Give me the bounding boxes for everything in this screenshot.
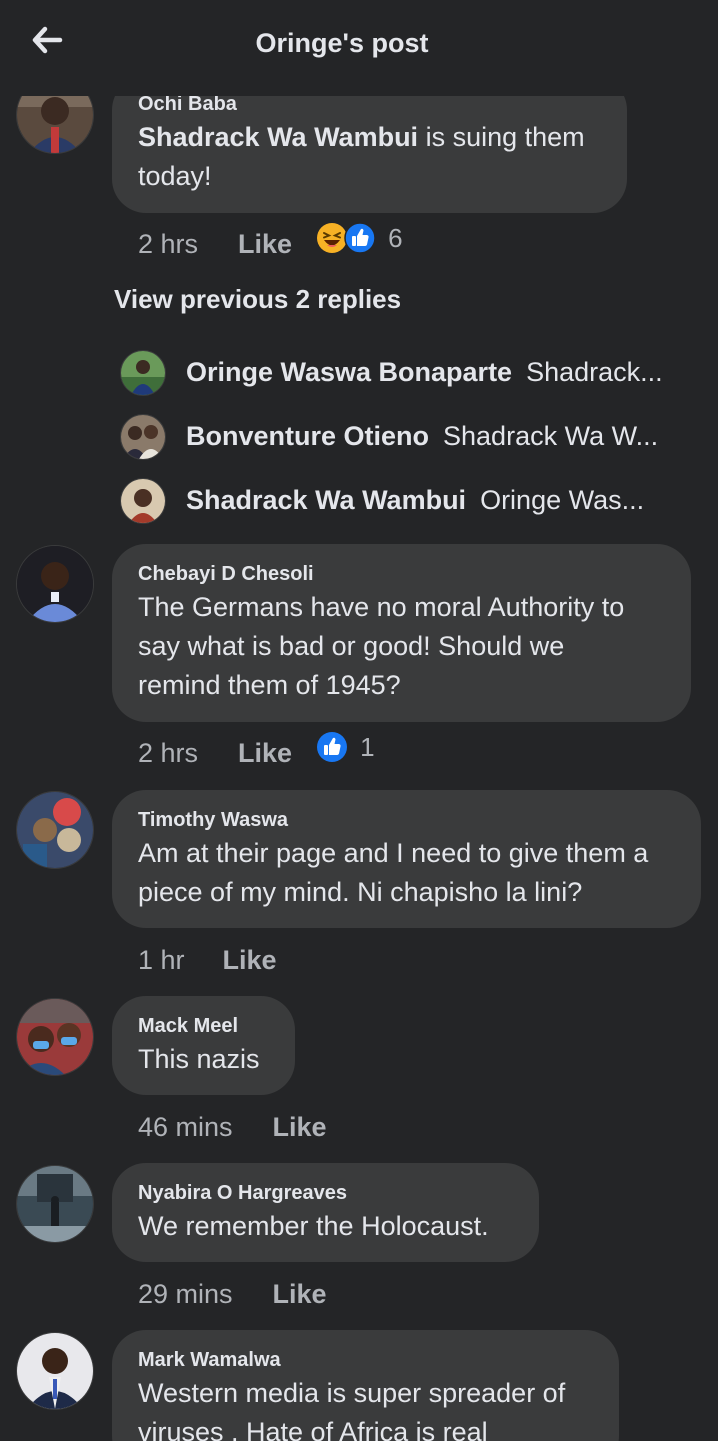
top-app-bar: Oringe's post [0,0,718,96]
mention-link[interactable]: Shadrack Wa Wambui [138,122,418,152]
view-previous-replies-link[interactable]: View previous 2 replies [114,284,401,315]
reactions-summary[interactable]: 1 [316,731,375,763]
comment-author[interactable]: Mark Wamalwa [138,1348,593,1372]
comment-bubble[interactable]: Ochi Baba Shadrack Wa Wambui is suing th… [112,76,627,213]
comment-text-line: say what is bad or good! Should we [138,631,565,661]
like-button[interactable]: Like [223,944,277,976]
reply-preview-row[interactable]: Shadrack Wa Wambui Oringe Was... [120,476,644,524]
comment-time[interactable]: 29 mins [138,1278,233,1310]
comment-text-line: viruses . Hate of Africa is real [138,1417,488,1441]
comment-bubble[interactable]: Timothy Waswa Am at their page and I nee… [112,790,701,928]
comment-bubble[interactable]: Nyabira O Hargreaves We remember the Hol… [112,1163,539,1262]
comment-meta: 2 hrs Like 1 [138,732,375,769]
comment-author[interactable]: Timothy Waswa [138,808,675,832]
avatar[interactable] [16,998,94,1076]
comment-text-line: Am at their page and I need to give them… [138,838,649,868]
avatar[interactable] [16,545,94,623]
comment-text-line: The Germans have no moral Authority to [138,592,625,622]
comment-time[interactable]: 2 hrs [138,228,198,260]
avatar[interactable] [16,791,94,869]
comment-time[interactable]: 46 mins [138,1111,233,1143]
reply-snippet: Shadrack Wa W... [443,420,659,451]
reaction-count: 6 [388,223,403,253]
comment-time[interactable]: 1 hr [138,944,185,976]
like-reaction-icon [344,222,376,254]
reactions-summary[interactable]: 6 [316,222,403,254]
avatar [120,478,166,524]
comment-text-line: today! [138,161,212,191]
comment-text-line: This nazis [138,1044,260,1074]
comment-author[interactable]: Chebayi D Chesoli [138,562,665,586]
reply-snippet: Oringe Was... [480,484,645,515]
comment-time[interactable]: 2 hrs [138,737,198,769]
like-reaction-icon [316,731,348,763]
reply-preview-row[interactable]: Oringe Waswa Bonaparte Shadrack... [120,348,663,396]
comment-author[interactable]: Nyabira O Hargreaves [138,1181,513,1205]
comment-text-line: piece of my mind. Ni chapisho la lini? [138,877,583,907]
comment-meta: 29 mins Like [138,1278,327,1310]
comment-meta: 46 mins Like [138,1111,327,1143]
reply-preview-row[interactable]: Bonventure Otieno Shadrack Wa W... [120,412,658,460]
reply-author[interactable]: Oringe Waswa Bonaparte [186,357,512,388]
page-title-text: Oringe's post [255,28,429,58]
reply-snippet: Shadrack... [526,356,663,387]
reaction-count: 1 [360,732,375,762]
reply-author[interactable]: Bonventure Otieno [186,421,429,452]
avatar [120,414,166,460]
comment-text-rest: is suing them [418,122,585,152]
avatar [120,350,166,396]
comment-bubble[interactable]: Chebayi D Chesoli The Germans have no mo… [112,544,691,722]
comment-text-line: remind them of 1945? [138,670,401,700]
comment-text: Shadrack Wa Wambui is suing them [138,118,601,157]
like-button[interactable]: Like [238,228,292,260]
like-button[interactable]: Like [238,737,292,769]
like-button[interactable]: Like [273,1111,327,1143]
comment-text-line: Western media is super spreader of [138,1378,566,1408]
post-comments-screen: Ochi Baba Shadrack Wa Wambui is suing th… [0,0,718,1441]
comment-author[interactable]: Mack Meel [138,1014,269,1038]
page-title: Oringe's post [0,28,718,59]
comment-meta: 2 hrs Like 6 [138,222,403,260]
reply-author[interactable]: Shadrack Wa Wambui [186,485,466,516]
comments-list: Ochi Baba Shadrack Wa Wambui is suing th… [0,0,718,1441]
comment-bubble[interactable]: Mack Meel This nazis [112,996,295,1095]
comment-text-line: We remember the Holocaust. [138,1211,489,1241]
avatar[interactable] [16,1165,94,1243]
comment-meta: 1 hr Like [138,944,277,976]
comment-bubble[interactable]: Mark Wamalwa Western media is super spre… [112,1330,619,1441]
avatar[interactable] [16,1332,94,1410]
like-button[interactable]: Like [273,1278,327,1310]
